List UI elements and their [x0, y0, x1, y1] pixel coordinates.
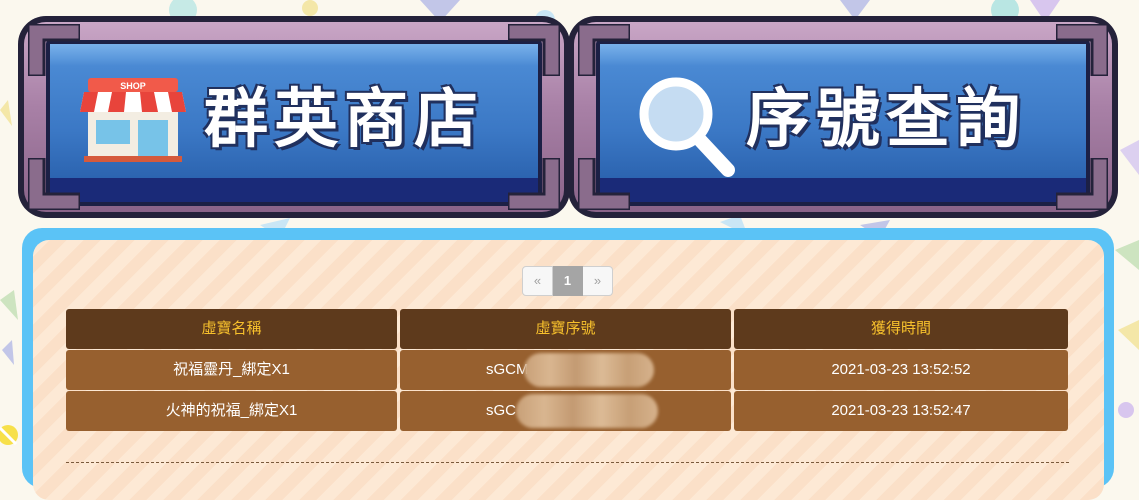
serial-visible-prefix: sGC — [486, 402, 516, 419]
frame-corner — [28, 24, 80, 76]
items-table: 虛寶名稱 虛寶序號 獲得時間 祝福靈丹_綁定X1 sGCM 2021-03-23… — [66, 309, 1068, 432]
frame-corner — [1056, 24, 1108, 76]
frame-corner — [508, 24, 560, 76]
item-serial-cell[interactable]: sGC — [400, 391, 731, 431]
shop-button[interactable]: SHOP 群英商店 — [18, 16, 570, 218]
header-item-serial: 虛寶序號 — [400, 309, 731, 349]
table-row: 祝福靈丹_綁定X1 sGCM 2021-03-23 13:52:52 — [66, 350, 1068, 390]
shop-badge-text: SHOP — [120, 81, 146, 91]
pagination: « 1 » — [522, 266, 613, 296]
frame-corner — [578, 24, 630, 76]
page-1-button[interactable]: 1 — [553, 266, 583, 296]
serial-lookup-button[interactable]: 序號查詢 — [568, 16, 1118, 218]
serial-lookup-label: 序號查詢 — [746, 82, 1026, 157]
divider — [66, 462, 1069, 463]
header-item-name: 虛寶名稱 — [66, 309, 397, 349]
shop-button-label: 群英商店 — [204, 82, 484, 157]
table-row: 火神的祝福_綁定X1 sGC 2021-03-23 13:52:47 — [66, 391, 1068, 431]
item-name-cell: 火神的祝福_綁定X1 — [66, 391, 397, 431]
serial-redaction-blur — [516, 394, 658, 428]
next-page-button[interactable]: » — [583, 266, 613, 296]
table-header-row: 虛寶名稱 虛寶序號 獲得時間 — [66, 309, 1068, 349]
acquired-time-cell: 2021-03-23 13:52:52 — [734, 350, 1068, 390]
magnifier-icon — [639, 77, 735, 177]
acquired-time-cell: 2021-03-23 13:52:47 — [734, 391, 1068, 431]
header-acquired-time: 獲得時間 — [734, 309, 1068, 349]
frame-corner — [28, 158, 80, 210]
frame-corner — [1056, 158, 1108, 210]
frame-corner — [508, 158, 560, 210]
item-name-cell: 祝福靈丹_綁定X1 — [66, 350, 397, 390]
storefront-icon: SHOP — [80, 78, 186, 162]
item-serial-cell[interactable]: sGCM — [400, 350, 731, 390]
serial-redaction-blur — [524, 353, 654, 387]
serial-visible-prefix: sGCM — [486, 361, 529, 378]
frame-corner — [578, 158, 630, 210]
prev-page-button[interactable]: « — [522, 266, 553, 296]
